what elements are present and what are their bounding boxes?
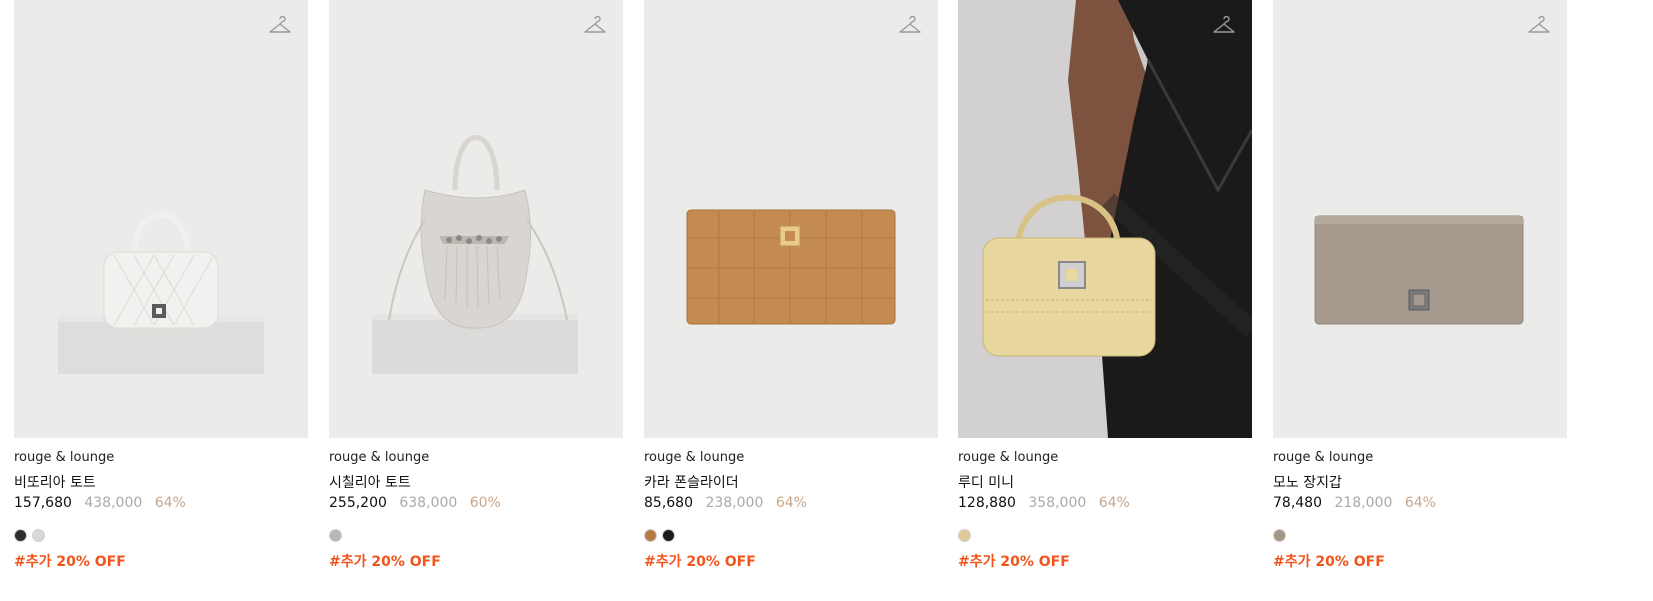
camel-croc-wallet-icon <box>644 0 938 438</box>
taupe-long-wallet-icon <box>1273 0 1567 438</box>
price-row: 128,880 358,000 64% <box>958 495 1130 511</box>
original-price: 438,000 <box>84 495 143 511</box>
color-swatch[interactable] <box>1273 529 1286 542</box>
discount-rate: 64% <box>1404 495 1436 511</box>
discount-rate: 64% <box>1098 495 1130 511</box>
hanger-icon[interactable] <box>898 14 922 38</box>
color-swatches <box>1273 529 1286 542</box>
grey-drawstring-tote-bag-icon <box>329 0 623 438</box>
product-image[interactable] <box>644 0 938 438</box>
hanger-icon[interactable] <box>1212 14 1236 38</box>
product-card[interactable]: rouge & lounge 카라 폰슬라이더 85,680 238,000 6… <box>644 0 938 601</box>
sale-price: 255,200 <box>329 495 387 511</box>
color-swatch[interactable] <box>958 529 971 542</box>
color-swatches <box>958 529 971 542</box>
product-card[interactable]: rouge & lounge 시칠리아 토트 255,200 638,000 6… <box>329 0 623 601</box>
promo-tag: #추가 20% OFF <box>329 554 441 570</box>
color-swatches <box>329 529 342 542</box>
original-price: 218,000 <box>1334 495 1393 511</box>
product-name[interactable]: 카라 폰슬라이더 <box>644 472 739 492</box>
discount-rate: 64% <box>154 495 186 511</box>
color-swatch[interactable] <box>329 529 342 542</box>
original-price: 638,000 <box>399 495 458 511</box>
original-price: 238,000 <box>705 495 764 511</box>
brand-label: rouge & lounge <box>958 450 1059 465</box>
product-image[interactable] <box>329 0 623 438</box>
promo-tag: #추가 20% OFF <box>644 554 756 570</box>
sale-price: 157,680 <box>14 495 72 511</box>
color-swatch[interactable] <box>32 529 45 542</box>
brand-label: rouge & lounge <box>1273 450 1374 465</box>
product-image[interactable] <box>958 0 1252 438</box>
color-swatch[interactable] <box>662 529 675 542</box>
color-swatch[interactable] <box>14 529 27 542</box>
product-card[interactable]: rouge & lounge 루디 미니 128,880 358,000 64%… <box>958 0 1252 601</box>
sale-price: 128,880 <box>958 495 1016 511</box>
discount-rate: 60% <box>469 495 501 511</box>
product-grid: rouge & lounge 비또리아 토트 157,680 438,000 6… <box>0 0 1653 601</box>
color-swatches <box>14 529 45 542</box>
product-name[interactable]: 모노 장지갑 <box>1273 472 1342 492</box>
product-name[interactable]: 시칠리아 토트 <box>329 472 411 492</box>
hanger-icon[interactable] <box>268 14 292 38</box>
price-row: 85,680 238,000 64% <box>644 495 807 511</box>
price-row: 157,680 438,000 64% <box>14 495 186 511</box>
promo-tag: #추가 20% OFF <box>14 554 126 570</box>
sale-price: 85,680 <box>644 495 693 511</box>
product-name[interactable]: 루디 미니 <box>958 472 1014 492</box>
product-image[interactable] <box>1273 0 1567 438</box>
white-quilted-tote-bag-icon <box>14 0 308 438</box>
original-price: 358,000 <box>1028 495 1087 511</box>
product-card[interactable]: rouge & lounge 모노 장지갑 78,480 218,000 64%… <box>1273 0 1567 601</box>
price-row: 78,480 218,000 64% <box>1273 495 1436 511</box>
color-swatch[interactable] <box>644 529 657 542</box>
hanger-icon[interactable] <box>1527 14 1551 38</box>
hanger-icon[interactable] <box>583 14 607 38</box>
model-holding-beige-mini-bag-icon <box>958 0 1252 438</box>
product-card[interactable]: rouge & lounge 비또리아 토트 157,680 438,000 6… <box>14 0 308 601</box>
discount-rate: 64% <box>775 495 807 511</box>
brand-label: rouge & lounge <box>329 450 430 465</box>
color-swatches <box>644 529 675 542</box>
price-row: 255,200 638,000 60% <box>329 495 501 511</box>
promo-tag: #추가 20% OFF <box>1273 554 1385 570</box>
product-name[interactable]: 비또리아 토트 <box>14 472 96 492</box>
promo-tag: #추가 20% OFF <box>958 554 1070 570</box>
brand-label: rouge & lounge <box>644 450 745 465</box>
brand-label: rouge & lounge <box>14 450 115 465</box>
product-image[interactable] <box>14 0 308 438</box>
sale-price: 78,480 <box>1273 495 1322 511</box>
